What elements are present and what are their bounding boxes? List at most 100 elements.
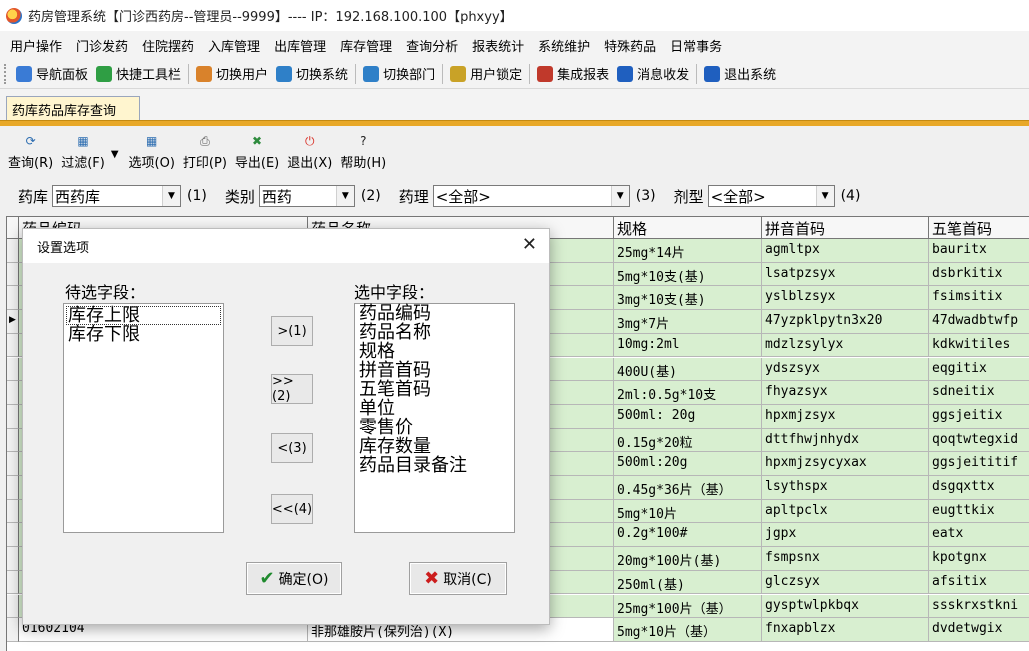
close-icon[interactable]: ✕: [522, 234, 537, 255]
row-indicator: [7, 381, 19, 405]
action-button-2[interactable]: ▦ 选项(O): [129, 132, 175, 176]
table-cell-wb: eugttkix: [929, 499, 1029, 524]
cancel-button[interactable]: ✖ 取消(C): [409, 562, 507, 595]
action-button-3[interactable]: ⎙ 打印(P): [183, 132, 227, 176]
action-button-label: 查询(R): [8, 156, 54, 171]
table-cell-spec: 20mg*100片(基): [614, 547, 762, 571]
toolbar-item-2[interactable]: 切换用户: [192, 64, 272, 83]
action-button-label: 过滤(F): [61, 156, 105, 171]
selected-field-item[interactable]: 单位: [355, 399, 514, 418]
action-button-1[interactable]: ▦ 过滤(F): [61, 132, 105, 176]
toolbar-item-label: 导航面板: [36, 68, 89, 83]
toolbar-item-4[interactable]: 切换部门: [359, 64, 439, 83]
toolbar-separator: [442, 63, 444, 84]
table-cell-py: gysptwlpkbqx: [762, 594, 929, 619]
menu-item-8[interactable]: 系统维护: [531, 36, 597, 55]
action-button-6[interactable]: ? 帮助(H): [340, 132, 386, 176]
category-select[interactable]: 西药 ▼: [258, 185, 355, 207]
table-cell-spec: 500ml:20g: [614, 452, 762, 476]
column-header[interactable]: 拼音首码: [762, 217, 929, 239]
chevron-down-icon[interactable]: ▼: [335, 186, 354, 206]
ok-button[interactable]: ✔ 确定(O): [246, 562, 342, 595]
toolbar-item-1[interactable]: 快捷工具栏: [92, 64, 185, 83]
table-cell-wb: eqgitix: [929, 357, 1029, 382]
chevron-down-icon[interactable]: ▼: [610, 186, 629, 206]
menu-item-5[interactable]: 库存管理: [333, 36, 399, 55]
table-cell-wb: qoqtwtegxid: [929, 428, 1029, 453]
table-cell-wb: dsgqxttx: [929, 476, 1029, 500]
row-indicator: [7, 262, 19, 287]
help-icon: ?: [360, 134, 367, 148]
menu-item-4[interactable]: 出库管理: [267, 36, 333, 55]
menu-item-1[interactable]: 门诊发药: [69, 36, 135, 55]
warehouse-select[interactable]: 西药库 ▼: [52, 185, 182, 207]
pharmacology-select[interactable]: <全部> ▼: [432, 185, 630, 207]
query-icon: ⟳: [25, 134, 36, 148]
dosage-value: <全部>: [710, 187, 766, 206]
chevron-down-icon[interactable]: ▼: [162, 186, 181, 206]
table-cell-spec: 0.15g*20粒: [614, 428, 762, 453]
toolbar-item-5[interactable]: 用户锁定: [446, 64, 526, 83]
toolbar-item-0[interactable]: 导航面板: [12, 64, 92, 83]
menu-item-0[interactable]: 用户操作: [3, 36, 69, 55]
available-fields-label: 待选字段：: [65, 283, 146, 302]
grid-corner: [7, 217, 19, 239]
filter-dropdown-icon[interactable]: ▼: [111, 132, 119, 176]
selected-field-item[interactable]: 拼音首码: [355, 361, 514, 380]
add-field-button[interactable]: >(1): [271, 316, 313, 346]
menu-item-6[interactable]: 查询分析: [399, 36, 465, 55]
table-cell-wb: sdneitix: [929, 381, 1029, 405]
title-bar: 药房管理系统【门诊西药房--管理员--9999】---- IP：192.168.…: [0, 0, 1029, 31]
table-cell-py: hpxmjzsyx: [762, 404, 929, 429]
remove-all-fields-button[interactable]: <<(4): [271, 494, 313, 524]
menu-item-10[interactable]: 日常事务: [663, 36, 729, 55]
integrated-report-icon: [537, 65, 554, 82]
column-header[interactable]: 五笔首码: [929, 217, 1029, 239]
tab-stock-query[interactable]: 药库药品库存查询: [6, 96, 140, 121]
selected-field-item[interactable]: 库存数量: [355, 437, 514, 456]
available-field-item[interactable]: 库存上限: [66, 306, 221, 325]
selected-field-item[interactable]: 药品目录备注: [355, 456, 514, 475]
add-all-fields-button[interactable]: >>(2): [271, 374, 313, 404]
table-cell-spec: 400U(基): [614, 357, 762, 382]
available-fields-list[interactable]: 库存上限 库存下限: [63, 303, 224, 533]
column-header[interactable]: 规格: [614, 217, 762, 239]
filter-icon: ▦: [77, 134, 89, 148]
dosage-select[interactable]: <全部> ▼: [707, 185, 835, 207]
row-indicator: [7, 404, 19, 429]
selected-field-item[interactable]: 零售价: [355, 418, 514, 437]
table-cell-py: fnxapblzx: [762, 618, 929, 642]
toolbar-item-6[interactable]: 集成报表: [533, 64, 613, 83]
toolbar-item-7[interactable]: 消息收发: [613, 64, 693, 83]
table-cell-wb: bauritx: [929, 239, 1029, 263]
row-indicator: [7, 333, 19, 358]
chevron-down-icon[interactable]: ▼: [815, 186, 834, 206]
menu-item-2[interactable]: 住院摆药: [135, 36, 201, 55]
table-cell-wb: kdkwitiles: [929, 333, 1029, 358]
action-button-4[interactable]: ✖ 导出(E): [235, 132, 279, 176]
print-icon: ⎙: [200, 133, 210, 148]
selected-field-item[interactable]: 五笔首码: [355, 380, 514, 399]
toolbar-item-8[interactable]: 退出系统: [700, 64, 780, 83]
menu-item-9[interactable]: 特殊药品: [597, 36, 663, 55]
menu-item-3[interactable]: 入库管理: [201, 36, 267, 55]
selected-field-item[interactable]: 药品名称: [355, 323, 514, 342]
table-cell-wb: fsimsitix: [929, 286, 1029, 311]
options-icon: ▦: [146, 134, 158, 148]
action-button-0[interactable]: ⟳ 查询(R): [8, 132, 53, 176]
menu-item-7[interactable]: 报表统计: [465, 36, 531, 55]
settings-dialog: 设置选项 ✕ 待选字段： 选中字段： 库存上限 库存下限 药品编码 药品名称 规格 拼音…: [22, 228, 550, 625]
selected-fields-list[interactable]: 药品编码 药品名称 规格 拼音首码 五笔首码 单位 零售价 库存数量 药品目录备注: [354, 303, 515, 533]
tab-strip: 药库药品库存查询: [0, 89, 1029, 121]
available-field-item[interactable]: 库存下限: [64, 325, 223, 344]
toolbar-grip[interactable]: [4, 63, 8, 84]
selected-field-item[interactable]: 药品编码: [355, 304, 514, 323]
toolbar-item-3[interactable]: 切换系统: [272, 64, 352, 83]
switch-user-icon: [196, 65, 213, 82]
action-button-5[interactable]: ⏻ 退出(X): [287, 132, 332, 176]
dialog-title-bar: 设置选项: [23, 229, 549, 263]
toolbar-separator: [696, 63, 698, 84]
remove-field-button[interactable]: <(3): [271, 433, 313, 463]
selected-field-item[interactable]: 规格: [355, 342, 514, 361]
action-button-label: 导出(E): [234, 156, 280, 171]
